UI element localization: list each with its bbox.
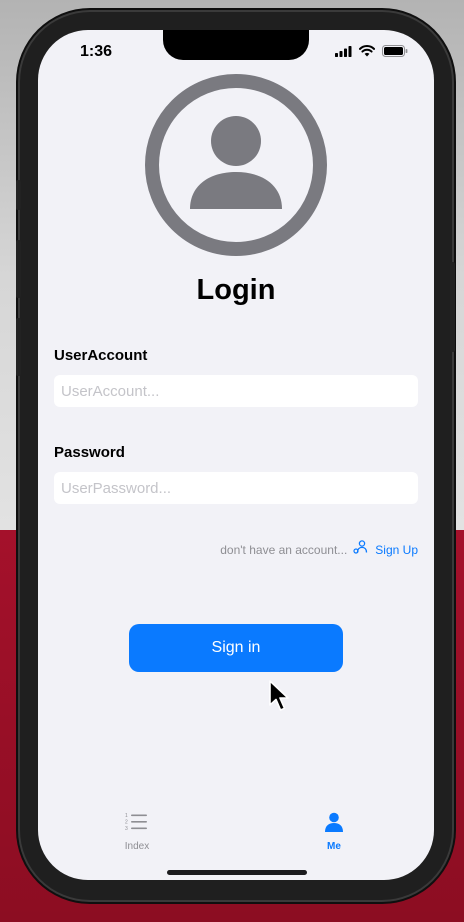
password-input[interactable] — [54, 472, 418, 504]
tab-me[interactable]: Me — [294, 812, 374, 852]
mouse-cursor-icon — [268, 680, 292, 714]
signin-button[interactable]: Sign in — [129, 624, 343, 672]
list-icon: 1 2 3 — [125, 812, 149, 837]
page-title: Login — [196, 274, 276, 306]
signup-hint: don't have an account... — [220, 542, 348, 557]
svg-text:3: 3 — [125, 826, 128, 832]
status-time: 1:36 — [80, 43, 113, 60]
tab-me-label: Me — [327, 841, 341, 852]
volume-up-button — [16, 240, 21, 298]
action-button — [16, 180, 21, 210]
account-label: UserAccount — [54, 347, 148, 364]
wifi-icon — [359, 44, 375, 62]
account-input[interactable] — [54, 375, 418, 407]
signup-row: don't have an account... Sign Up — [220, 540, 418, 559]
status-icons — [335, 44, 408, 62]
power-button — [450, 262, 455, 352]
password-label: Password — [54, 444, 125, 461]
svg-text:2: 2 — [125, 820, 128, 826]
cellular-signal-icon — [335, 44, 352, 62]
app-screen: 1:36 Login UserAccount UserAccount... Pa… — [38, 30, 434, 880]
person-icon — [324, 812, 344, 837]
battery-icon — [382, 44, 408, 62]
notch — [163, 30, 309, 60]
tab-bar: 1 2 3 Index Me — [38, 800, 434, 880]
volume-down-button — [16, 318, 21, 376]
person-network-icon — [353, 540, 369, 559]
user-avatar-icon — [144, 73, 328, 257]
home-indicator — [167, 870, 307, 875]
signup-label: Sign Up — [375, 542, 418, 557]
tab-index[interactable]: 1 2 3 Index — [97, 812, 177, 852]
signup-link[interactable]: Sign Up — [353, 540, 418, 559]
tab-index-label: Index — [124, 841, 150, 852]
svg-text:1: 1 — [125, 813, 128, 819]
